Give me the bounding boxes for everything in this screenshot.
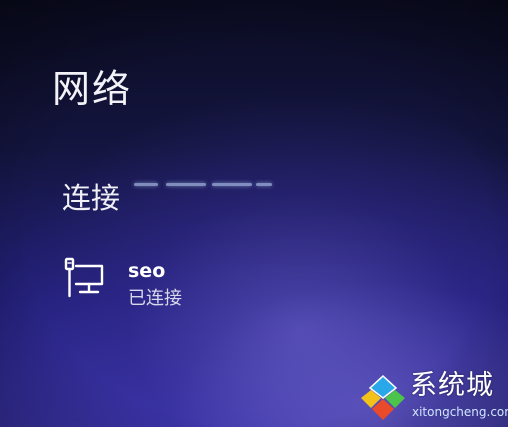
progress-dot [134, 183, 158, 186]
network-status: 已连接 [128, 288, 182, 309]
progress-dot [166, 183, 206, 186]
progress-dot [256, 183, 272, 186]
wired-network-icon [62, 256, 112, 304]
connections-section-label: 连接 [62, 181, 121, 215]
network-name: seo [128, 260, 166, 282]
windows-logo-icon [358, 374, 408, 422]
loading-progress-indicator [108, 183, 273, 187]
watermark-url: xitongcheng.com [412, 405, 508, 419]
network-connection-item[interactable]: seo 已连接 [60, 252, 300, 322]
network-flyout: 网络 连接 seo 已连接 系统城 xitongcheng.com [0, 0, 508, 427]
panel-title: 网络 [52, 67, 133, 111]
site-watermark: 系统城 xitongcheng.com [356, 370, 508, 426]
watermark-text: 系统城 [410, 370, 494, 401]
progress-dot [212, 183, 252, 186]
